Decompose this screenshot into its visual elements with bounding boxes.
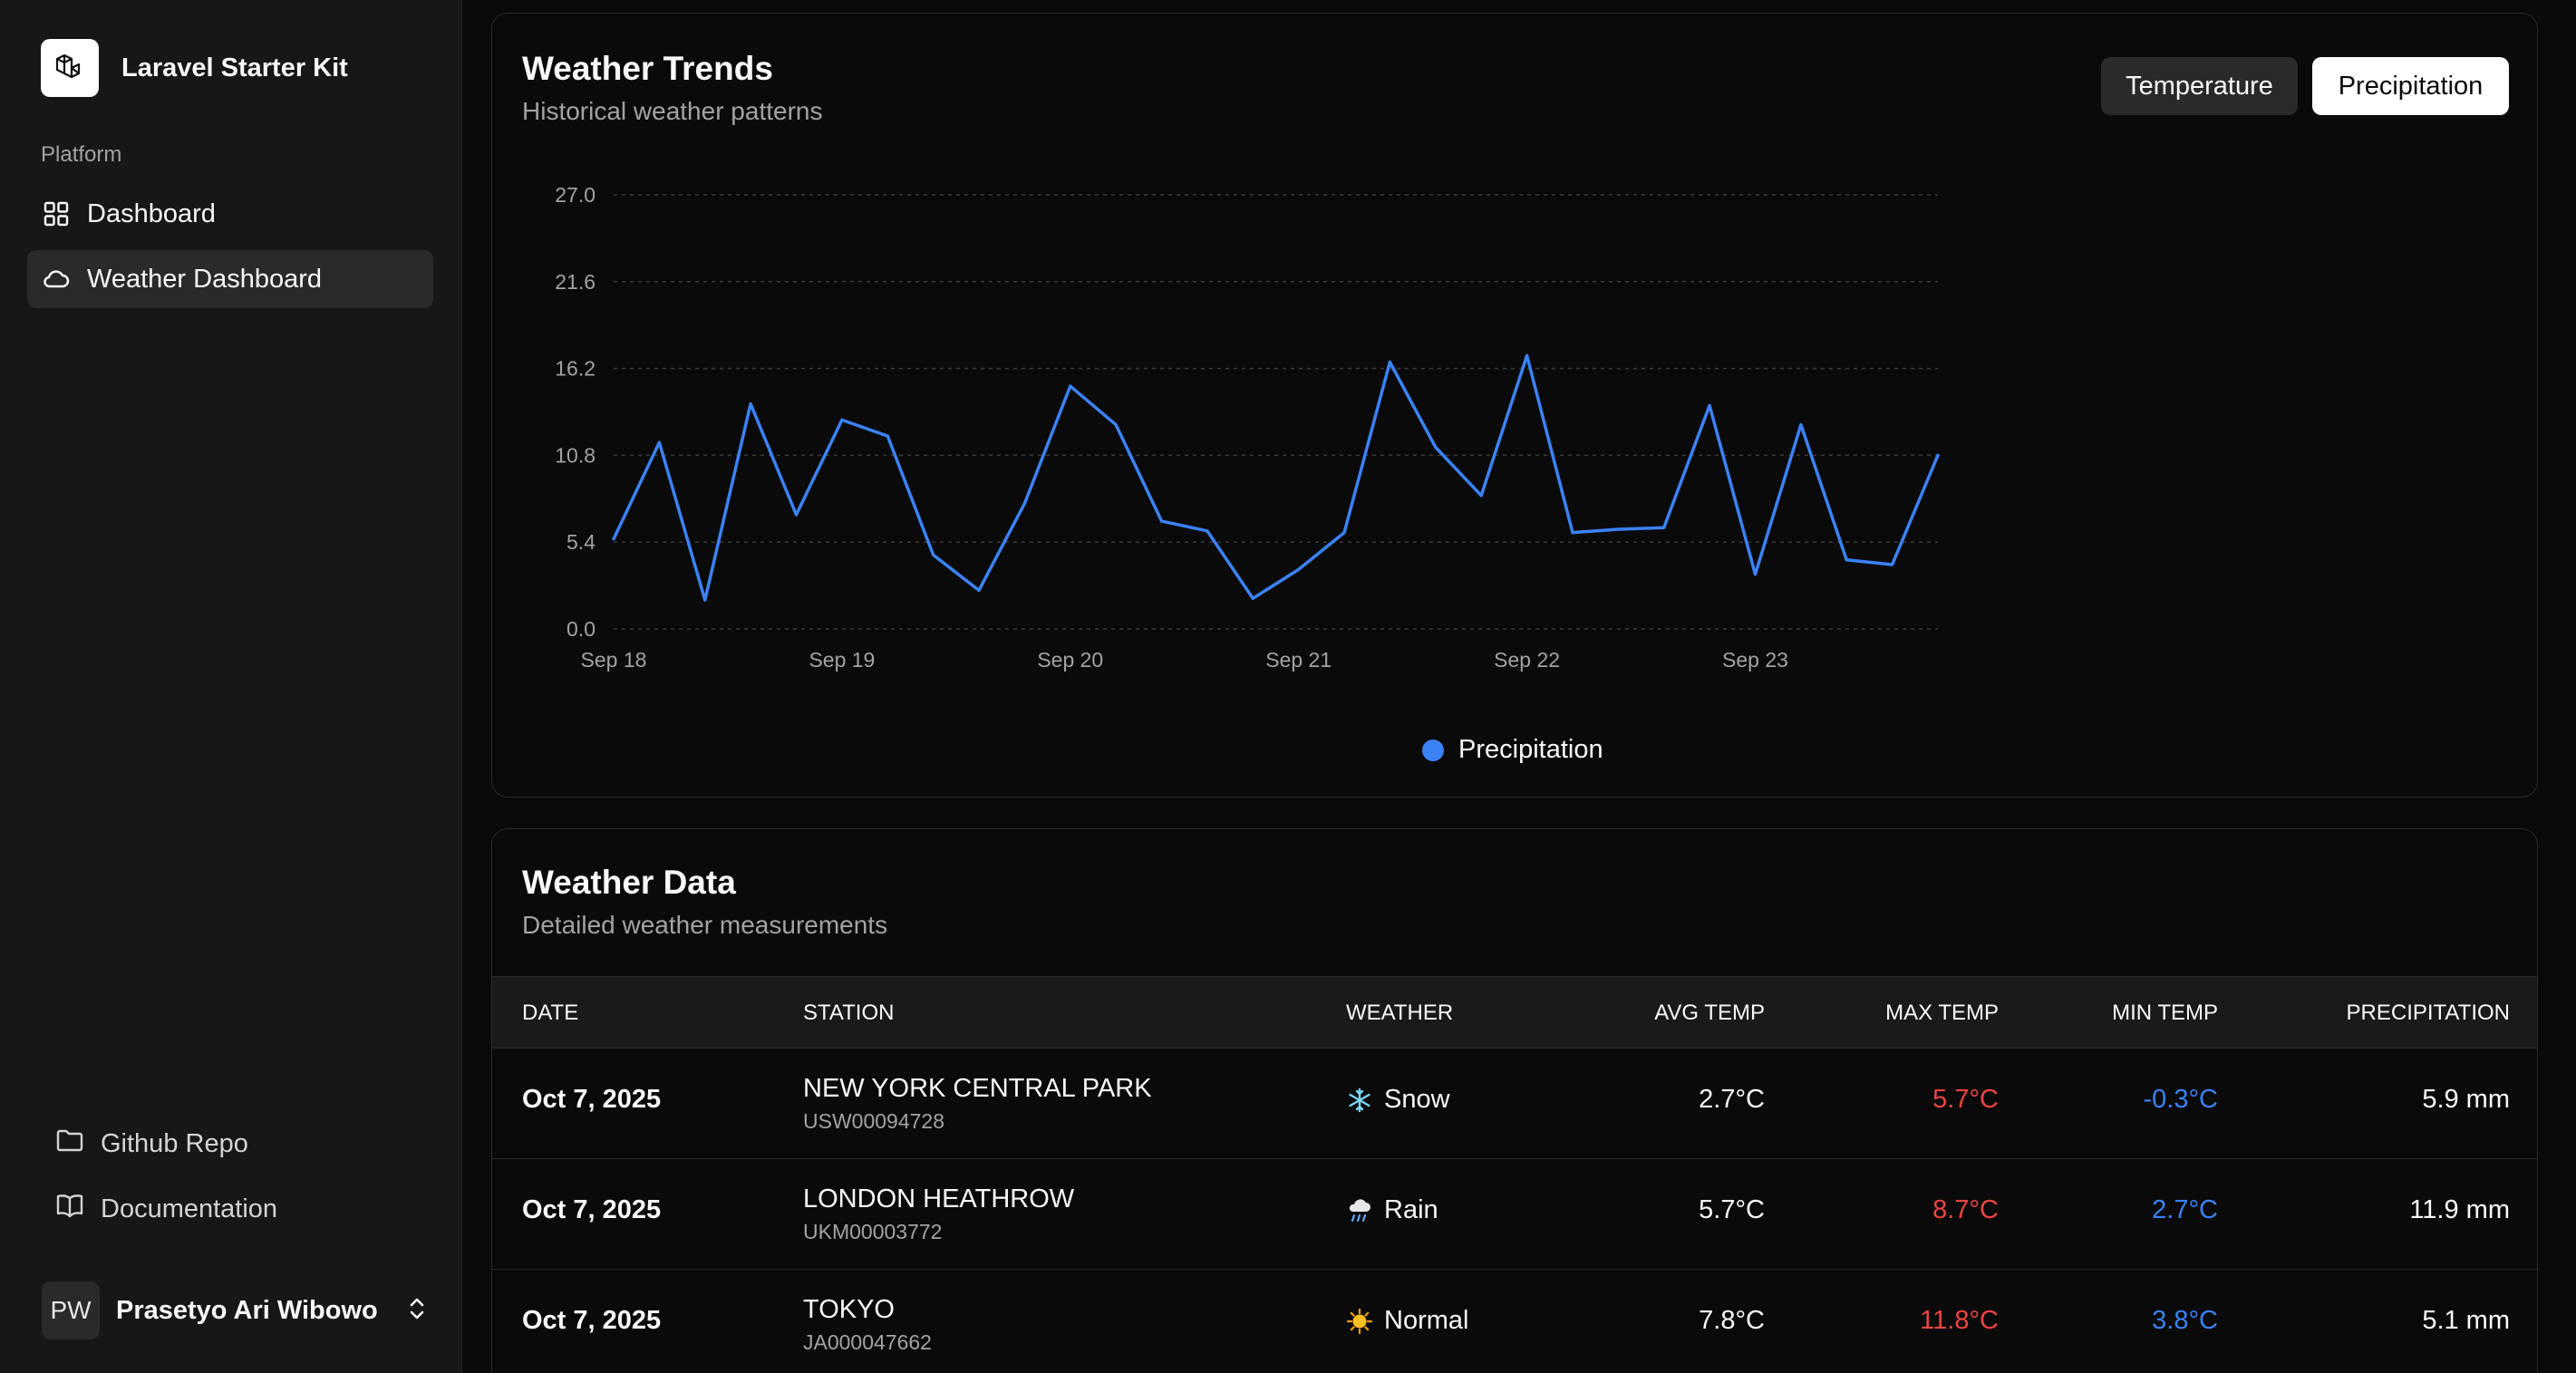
date-cell: Oct 7, 2025 [522,1195,662,1224]
x-tick-label: Sep 22 [1494,648,1560,672]
grid-icon [42,199,71,228]
y-tick-label: 21.6 [555,270,596,294]
column-header-min-temp[interactable]: MIN TEMP [2112,977,2218,1049]
card-subtitle: Detailed weather measurements [522,911,888,939]
chevrons-up-down-icon [405,1295,429,1327]
date-cell: Oct 7, 2025 [522,1306,662,1335]
avg-temp-cell: 5.7°C [1699,1195,1765,1224]
y-tick-label: 5.4 [567,530,596,554]
avg-temp-cell: 7.8°C [1699,1306,1765,1335]
station-cell: LONDON HEATHROW UKM00003772 [803,1184,1074,1244]
x-tick-label: Sep 19 [809,648,875,672]
station-cell: TOKYO JA000047662 [803,1295,932,1355]
min-temp-cell: -0.3°C [2143,1085,2218,1114]
snowflake-icon [1346,1087,1373,1114]
station-name: TOKYO [803,1295,895,1324]
documentation-label: Documentation [101,1194,278,1223]
station-id: USW00094728 [803,1109,944,1133]
max-temp-cell: 11.8°C [1920,1306,1999,1335]
documentation-link[interactable]: Documentation [41,1184,277,1234]
user-menu[interactable]: PW Prasetyo Ari Wibowo [27,1278,433,1343]
weather-cell: Snow [1346,1085,1450,1115]
weather-label: Rain [1384,1195,1438,1224]
sidebar-item-weather-dashboard[interactable]: Weather Dashboard [27,250,433,308]
sidebar-item-dashboard[interactable]: Dashboard [27,185,433,243]
y-tick-label: 27.0 [555,183,596,207]
column-header-precipitation[interactable]: PRECIPITATION [2347,977,2510,1049]
date-cell: Oct 7, 2025 [522,1085,662,1114]
chart-legend: Precipitation [1422,735,1603,765]
github-repo-label: Github Repo [101,1128,248,1158]
y-tick-label: 0.0 [567,617,596,641]
brand-name: Laravel Starter Kit [121,53,348,82]
max-temp-cell: 8.7°C [1932,1195,1999,1224]
x-tick-label: Sep 23 [1722,648,1788,672]
weather-data-card: Weather Data Detailed weather measuremen… [491,828,2538,1373]
column-header-station[interactable]: STATION [803,977,894,1049]
folder-icon [55,1126,84,1162]
laravel-logo-icon [41,39,99,97]
x-tick-label: Sep 18 [581,648,647,672]
station-id: UKM00003772 [803,1220,943,1243]
y-tick-label: 16.2 [555,357,596,381]
table-row[interactable]: Oct 7, 2025 NEW YORK CENTRAL PARK USW000… [492,1049,2537,1159]
y-tick-label: 10.8 [555,443,596,467]
min-temp-cell: 3.8°C [2152,1306,2218,1335]
series-line-precipitation [612,353,1940,602]
table-row[interactable]: Oct 7, 2025 LONDON HEATHROW UKM00003772 … [492,1159,2537,1270]
avg-temp-cell: 2.7°C [1699,1085,1765,1114]
app-root: Laravel Starter Kit Platform Dashboard W… [0,0,2576,1373]
station-name: LONDON HEATHROW [803,1184,1075,1213]
x-tick-label: Sep 20 [1037,648,1103,672]
column-header-max-temp[interactable]: MAX TEMP [1885,977,1999,1049]
avatar: PW [42,1281,100,1339]
github-repo-link[interactable]: Github Repo [41,1118,248,1169]
weather-cell: Rain [1346,1195,1438,1225]
max-temp-cell: 5.7°C [1932,1085,1999,1114]
brand[interactable]: Laravel Starter Kit [41,39,348,97]
precipitation-cell: 5.1 mm [2422,1306,2510,1335]
column-header-date[interactable]: DATE [522,977,578,1049]
sun-icon [1346,1308,1373,1335]
min-temp-cell: 2.7°C [2152,1195,2218,1224]
book-icon [55,1191,84,1227]
station-id: JA000047662 [803,1330,932,1354]
precipitation-line-chart: 0.0 5.4 10.8 16.2 21.6 27.0 Sep 18 Sep 19 Sep 20… [555,183,1940,672]
sidebar: Laravel Starter Kit Platform Dashboard W… [0,0,462,1373]
station-cell: NEW YORK CENTRAL PARK USW00094728 [803,1074,1152,1134]
sidebar-item-label: Dashboard [87,198,216,228]
user-name: Prasetyo Ari Wibowo [116,1295,378,1325]
table-header: DATE STATION WEATHER AVG TEMP MAX TEMP M… [492,976,2537,1049]
weather-label: Normal [1384,1306,1469,1335]
column-header-weather[interactable]: WEATHER [1346,977,1453,1049]
precipitation-cell: 11.9 mm [2409,1195,2510,1224]
x-tick-label: Sep 21 [1265,648,1332,672]
station-name: NEW YORK CENTRAL PARK [803,1074,1152,1103]
rain-cloud-icon [1346,1197,1373,1224]
precipitation-cell: 5.9 mm [2422,1085,2510,1114]
legend-label: Precipitation [1458,735,1603,764]
cloud-icon [42,265,71,294]
section-label-platform: Platform [41,142,122,167]
table-row[interactable]: Oct 7, 2025 TOKYO JA000047662 Normal 7.8… [492,1270,2537,1373]
weather-cell: Normal [1346,1306,1468,1336]
weather-label: Snow [1384,1085,1450,1114]
legend-swatch [1422,739,1444,761]
card-title: Weather Data [522,864,736,901]
column-header-avg-temp[interactable]: AVG TEMP [1654,977,1765,1049]
weather-trends-card: Weather Trends Historical weather patter… [491,13,2538,798]
sidebar-item-label: Weather Dashboard [87,264,323,294]
